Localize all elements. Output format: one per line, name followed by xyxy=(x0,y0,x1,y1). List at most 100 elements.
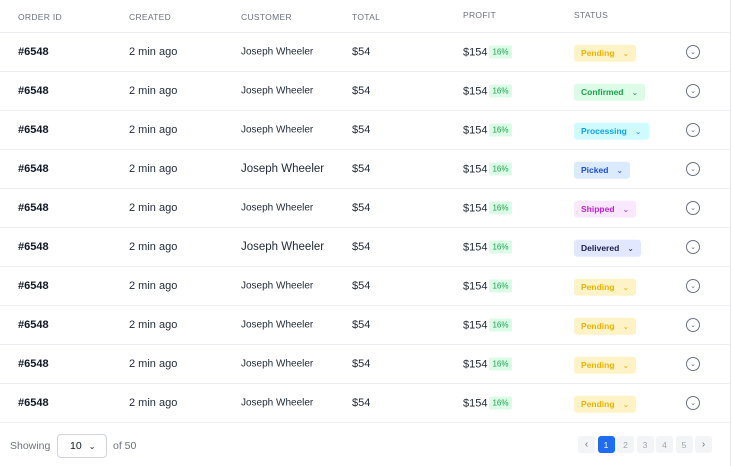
customer-name: Joseph Wheeler xyxy=(241,124,314,136)
order-id: #6548 xyxy=(18,124,49,136)
table-row[interactable]: #6548 2 min ago Joseph Wheeler $54 $154 16% Pr… xyxy=(0,111,730,150)
status-dropdown[interactable]: Pending ⌄ xyxy=(574,356,637,374)
table-row[interactable]: #6548 2 min ago Joseph Wheeler $54 $154 16% Pe… xyxy=(0,345,730,384)
chevron-down-circle-icon[interactable]: ⌄ xyxy=(686,123,700,137)
table-row[interactable]: #6548 2 min ago Joseph Wheeler $54 $154 16% Pe… xyxy=(0,267,730,306)
header-created[interactable]: CREATED xyxy=(129,12,171,22)
status-label: Pending xyxy=(581,359,615,370)
status-label: Pending xyxy=(581,398,615,409)
profit-cell: $154 16% xyxy=(463,279,512,293)
header-total[interactable]: TOTAL xyxy=(352,12,380,22)
table-row[interactable]: #6548 2 min ago Joseph Wheeler $54 $154 16% Sh… xyxy=(0,189,730,228)
profit-percent-badge: 16% xyxy=(489,45,512,59)
chevron-down-circle-icon[interactable]: ⌄ xyxy=(686,279,700,293)
status-dropdown[interactable]: Pending ⌄ xyxy=(574,44,637,62)
order-id: #6548 xyxy=(18,397,49,409)
status-dropdown[interactable]: Pending ⌄ xyxy=(574,317,637,335)
profit-cell: $154 16% xyxy=(463,123,512,137)
table-body: #6548 2 min ago Joseph Wheeler $54 $154 16% Pe… xyxy=(0,33,730,423)
customer-name: Joseph Wheeler xyxy=(241,202,314,214)
header-order-id[interactable]: ORDER ID xyxy=(18,12,62,22)
order-id: #6548 xyxy=(18,319,49,331)
order-id: #6548 xyxy=(18,280,49,292)
status-cell: Confirmed ⌄ xyxy=(574,82,646,101)
profit-cell: $154 16% xyxy=(463,396,512,410)
page-button-2[interactable]: 2 xyxy=(617,436,634,453)
order-total: $54 xyxy=(352,397,371,409)
page-button-3[interactable]: 3 xyxy=(636,436,654,453)
created-time: 2 min ago xyxy=(129,85,178,97)
status-dropdown[interactable]: Delivered ⌄ xyxy=(574,239,641,257)
page-button-4[interactable]: 4 xyxy=(656,436,673,453)
order-id: #6548 xyxy=(18,163,49,175)
profit-cell: $154 16% xyxy=(463,84,512,98)
chevron-down-icon: ⌄ xyxy=(622,282,630,292)
status-cell: Pending ⌄ xyxy=(574,277,637,296)
status-dropdown[interactable]: Shipped ⌄ xyxy=(574,200,637,218)
order-total: $54 xyxy=(352,46,371,58)
profit-cell: $154 16% xyxy=(463,357,512,371)
table-row[interactable]: #6548 2 min ago Joseph Wheeler $54 $154 16% Co… xyxy=(0,72,730,111)
status-dropdown[interactable]: Pending ⌄ xyxy=(574,395,637,413)
profit-value: $154 xyxy=(463,124,488,136)
chevron-down-circle-icon[interactable]: ⌄ xyxy=(686,45,700,59)
chevron-right-icon[interactable]: › xyxy=(695,436,712,453)
page-button-1[interactable]: 1 xyxy=(597,436,615,453)
order-total: $54 xyxy=(352,202,371,214)
status-cell: Delivered ⌄ xyxy=(574,238,641,257)
chevron-down-icon: ⌄ xyxy=(88,441,96,451)
status-dropdown[interactable]: Confirmed ⌄ xyxy=(574,83,646,101)
profit-value: $154 xyxy=(463,241,488,253)
status-label: Confirmed xyxy=(581,86,624,97)
chevron-down-circle-icon[interactable]: ⌄ xyxy=(686,162,700,176)
status-dropdown[interactable]: Pending ⌄ xyxy=(574,278,637,296)
customer-name: Joseph Wheeler xyxy=(241,358,314,370)
header-customer[interactable]: CUSTOMER xyxy=(241,12,292,22)
created-time: 2 min ago xyxy=(129,163,178,175)
profit-cell: $154 16% xyxy=(463,201,512,215)
profit-percent-badge: 16% xyxy=(489,279,512,293)
status-label: Pending xyxy=(581,320,615,331)
chevron-down-circle-icon[interactable]: ⌄ xyxy=(686,318,700,332)
header-status[interactable]: STATUS xyxy=(574,10,608,20)
status-cell: Pending ⌄ xyxy=(574,316,637,335)
header-profit[interactable]: PROFIT xyxy=(463,10,496,20)
table-row[interactable]: #6548 2 min ago Joseph Wheeler $54 $154 16% Pe… xyxy=(0,306,730,345)
profit-value: $154 xyxy=(463,358,488,370)
status-dropdown[interactable]: Picked ⌄ xyxy=(574,161,631,179)
chevron-down-icon: ⌄ xyxy=(622,48,630,58)
created-time: 2 min ago xyxy=(129,280,178,292)
page-size-select[interactable]: 10 ⌄ xyxy=(57,434,107,458)
created-time: 2 min ago xyxy=(129,319,178,331)
customer-name: Joseph Wheeler xyxy=(241,397,314,409)
chevron-down-circle-icon[interactable]: ⌄ xyxy=(686,201,700,215)
chevron-left-icon[interactable]: ‹ xyxy=(578,436,595,453)
created-time: 2 min ago xyxy=(129,124,178,136)
chevron-down-circle-icon[interactable]: ⌄ xyxy=(686,357,700,371)
chevron-down-circle-icon[interactable]: ⌄ xyxy=(686,84,700,98)
chevron-down-icon: ⌄ xyxy=(622,399,630,409)
chevron-down-circle-icon[interactable]: ⌄ xyxy=(686,240,700,254)
chevron-down-circle-icon[interactable]: ⌄ xyxy=(686,396,700,410)
chevron-down-icon: ⌄ xyxy=(631,87,639,97)
table-row[interactable]: #6548 2 min ago Joseph Wheeler $54 $154 16% Pe… xyxy=(0,384,730,423)
order-total: $54 xyxy=(352,85,371,97)
order-id: #6548 xyxy=(18,85,49,97)
customer-name: Joseph Wheeler xyxy=(241,46,314,58)
page-button-5[interactable]: 5 xyxy=(675,436,693,453)
table-row[interactable]: #6548 2 min ago Joseph Wheeler $54 $154 16% Pi… xyxy=(0,150,730,189)
status-dropdown[interactable]: Processing ⌄ xyxy=(574,122,649,140)
created-time: 2 min ago xyxy=(129,46,178,58)
profit-value: $154 xyxy=(463,319,488,331)
order-id: #6548 xyxy=(18,46,49,58)
order-id: #6548 xyxy=(18,241,49,253)
chevron-down-icon: ⌄ xyxy=(627,243,634,253)
profit-percent-badge: 16% xyxy=(489,318,512,332)
table-row[interactable]: #6548 2 min ago Joseph Wheeler $54 $154 16% De… xyxy=(0,228,730,267)
status-label: Delivered xyxy=(581,242,620,253)
chevron-down-icon: ⌄ xyxy=(622,321,630,331)
status-label: Processing xyxy=(581,125,627,136)
status-cell: Processing ⌄ xyxy=(574,121,649,140)
profit-cell: $154 16% xyxy=(463,240,512,254)
table-row[interactable]: #6548 2 min ago Joseph Wheeler $54 $154 16% Pe… xyxy=(0,33,730,72)
